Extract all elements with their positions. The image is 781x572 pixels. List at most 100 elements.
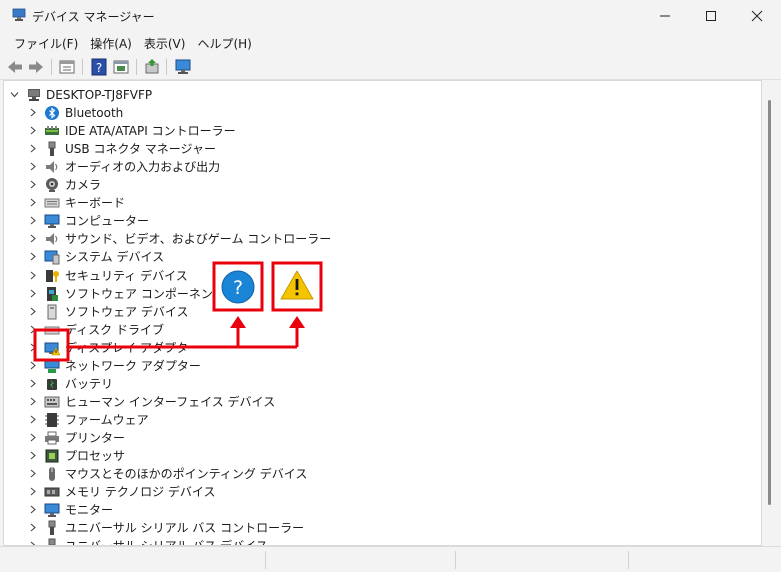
tree-item-label: ユニバーサル シリアル バス コントローラー bbox=[65, 521, 305, 536]
chevron-right-icon[interactable] bbox=[28, 234, 37, 243]
tree-item[interactable]: ソフトウェア コンポーネント bbox=[4, 285, 761, 303]
chevron-right-icon[interactable] bbox=[28, 126, 37, 135]
menu-view[interactable]: 表示(V) bbox=[138, 35, 192, 52]
tree-item-label: メモリ テクノロジ デバイス bbox=[65, 485, 216, 500]
tree-item[interactable]: ネットワーク アダプター bbox=[4, 357, 761, 375]
tree-item[interactable]: バッテリ bbox=[4, 375, 761, 393]
display-adapter-warning-icon bbox=[44, 342, 60, 355]
chevron-right-icon[interactable] bbox=[28, 343, 37, 352]
keyboard-icon bbox=[44, 198, 60, 208]
computer-root-icon bbox=[28, 89, 40, 101]
battery-icon bbox=[47, 378, 57, 390]
tree-item[interactable]: ユニバーサル シリアル バス デバイス bbox=[4, 537, 761, 545]
tree-item-label: ディスク ドライブ bbox=[65, 322, 164, 337]
minimize-button[interactable] bbox=[642, 0, 688, 32]
disk-drive-icon bbox=[44, 326, 60, 335]
tree-item[interactable]: マウスとそのほかのポインティング デバイス bbox=[4, 465, 761, 483]
tree-item[interactable]: オーディオの入力および出力 bbox=[4, 158, 761, 176]
tree-item-label: オーディオの入力および出力 bbox=[65, 160, 221, 175]
chevron-right-icon[interactable] bbox=[28, 469, 37, 478]
chevron-right-icon[interactable] bbox=[28, 307, 37, 316]
menu-help[interactable]: ヘルプ(H) bbox=[191, 35, 257, 52]
tree-item[interactable]: プロセッサ bbox=[4, 447, 761, 465]
tree-item[interactable]: ディスク ドライブ bbox=[4, 321, 761, 339]
status-bar bbox=[0, 546, 781, 572]
tree-item[interactable]: キーボード bbox=[4, 194, 761, 212]
tree-item-label: ソフトウェア コンポーネント bbox=[65, 286, 225, 301]
tree-item[interactable]: システム デバイス bbox=[4, 248, 761, 266]
system-device-icon bbox=[44, 250, 60, 265]
printer-icon bbox=[45, 431, 59, 445]
chevron-right-icon[interactable] bbox=[28, 505, 37, 514]
chevron-right-icon[interactable] bbox=[28, 162, 37, 171]
toolbar-separator bbox=[136, 59, 137, 75]
chevron-down-icon[interactable] bbox=[10, 90, 19, 99]
scrollbar-thumb[interactable] bbox=[768, 100, 771, 505]
speaker-icon bbox=[46, 233, 58, 246]
tree-item-label: セキュリティ デバイス bbox=[65, 268, 188, 283]
chevron-right-icon[interactable] bbox=[28, 523, 37, 532]
tree-item[interactable]: ソフトウェア デバイス bbox=[4, 303, 761, 321]
chevron-right-icon[interactable] bbox=[28, 252, 37, 261]
device-manager-app-icon bbox=[12, 8, 26, 21]
tree-item-label: プロセッサ bbox=[65, 448, 126, 463]
chevron-right-icon[interactable] bbox=[28, 379, 37, 388]
toolbar: ? bbox=[0, 54, 781, 80]
tree-item[interactable]: サウンド、ビデオ、およびゲーム コントローラー bbox=[4, 230, 761, 248]
show-hidden-icon[interactable] bbox=[112, 58, 130, 76]
menu-bar: ファイル(F) 操作(A) 表示(V) ヘルプ(H) bbox=[0, 32, 781, 54]
tree-item[interactable]: ディスプレイ アダプター bbox=[4, 339, 761, 357]
tree-item[interactable]: プリンター bbox=[4, 429, 761, 447]
tree-item[interactable]: USB コネクタ マネージャー bbox=[4, 140, 761, 158]
tree-item[interactable]: メモリ テクノロジ デバイス bbox=[4, 483, 761, 501]
chevron-right-icon[interactable] bbox=[28, 451, 37, 460]
chevron-right-icon[interactable] bbox=[28, 325, 37, 334]
software-component-icon bbox=[47, 286, 58, 301]
back-arrow-icon[interactable] bbox=[6, 58, 24, 76]
status-divider bbox=[628, 551, 629, 569]
tree-item-label: Bluetooth bbox=[65, 106, 124, 120]
close-button[interactable] bbox=[734, 0, 780, 32]
chevron-right-icon[interactable] bbox=[28, 397, 37, 406]
device-tree[interactable]: DESKTOP-TJ8FVFP Bluetooth IDE ATA/ATAPI コ… bbox=[3, 80, 762, 546]
tree-item-label: ディスプレイ アダプター bbox=[65, 340, 200, 355]
tree-root-label: DESKTOP-TJ8FVFP bbox=[46, 88, 153, 102]
monitor-icon bbox=[44, 503, 60, 518]
tree-item[interactable]: セキュリティ デバイス bbox=[4, 267, 761, 285]
tree-item[interactable]: ユニバーサル シリアル バス コントローラー bbox=[4, 519, 761, 537]
tree-item-label: モニター bbox=[65, 503, 114, 518]
chevron-right-icon[interactable] bbox=[28, 433, 37, 442]
maximize-button[interactable] bbox=[688, 0, 734, 32]
scan-hardware-icon[interactable] bbox=[174, 58, 192, 76]
chevron-right-icon[interactable] bbox=[28, 271, 37, 280]
update-driver-icon[interactable] bbox=[143, 58, 161, 76]
software-device-icon bbox=[47, 304, 57, 320]
properties-icon[interactable] bbox=[58, 58, 76, 76]
chevron-right-icon[interactable] bbox=[28, 216, 37, 225]
help-icon[interactable]: ? bbox=[90, 58, 108, 76]
chevron-right-icon[interactable] bbox=[28, 289, 37, 298]
chevron-right-icon[interactable] bbox=[28, 108, 37, 117]
chevron-right-icon[interactable] bbox=[28, 180, 37, 189]
usb-icon bbox=[48, 520, 56, 536]
tree-item-label: システム デバイス bbox=[65, 250, 165, 265]
tree-item[interactable]: コンピューター bbox=[4, 212, 761, 230]
tree-item[interactable]: モニター bbox=[4, 501, 761, 519]
menu-file[interactable]: ファイル(F) bbox=[8, 35, 84, 52]
forward-arrow-icon[interactable] bbox=[27, 58, 45, 76]
vertical-scrollbar[interactable] bbox=[762, 80, 778, 546]
tree-item-label: バッテリ bbox=[65, 376, 114, 391]
chevron-right-icon[interactable] bbox=[28, 361, 37, 370]
close-icon bbox=[751, 10, 763, 22]
tree-item[interactable]: ファームウェア bbox=[4, 411, 761, 429]
tree-item[interactable]: カメラ bbox=[4, 176, 761, 194]
chevron-right-icon[interactable] bbox=[28, 487, 37, 496]
tree-root[interactable]: DESKTOP-TJ8FVFP bbox=[4, 86, 761, 104]
tree-item[interactable]: Bluetooth bbox=[4, 104, 761, 122]
tree-item[interactable]: ヒューマン インターフェイス デバイス bbox=[4, 393, 761, 411]
menu-action[interactable]: 操作(A) bbox=[84, 35, 138, 52]
tree-item[interactable]: IDE ATA/ATAPI コントローラー bbox=[4, 122, 761, 140]
chevron-right-icon[interactable] bbox=[28, 415, 37, 424]
chevron-right-icon[interactable] bbox=[28, 198, 37, 207]
chevron-right-icon[interactable] bbox=[28, 144, 37, 153]
